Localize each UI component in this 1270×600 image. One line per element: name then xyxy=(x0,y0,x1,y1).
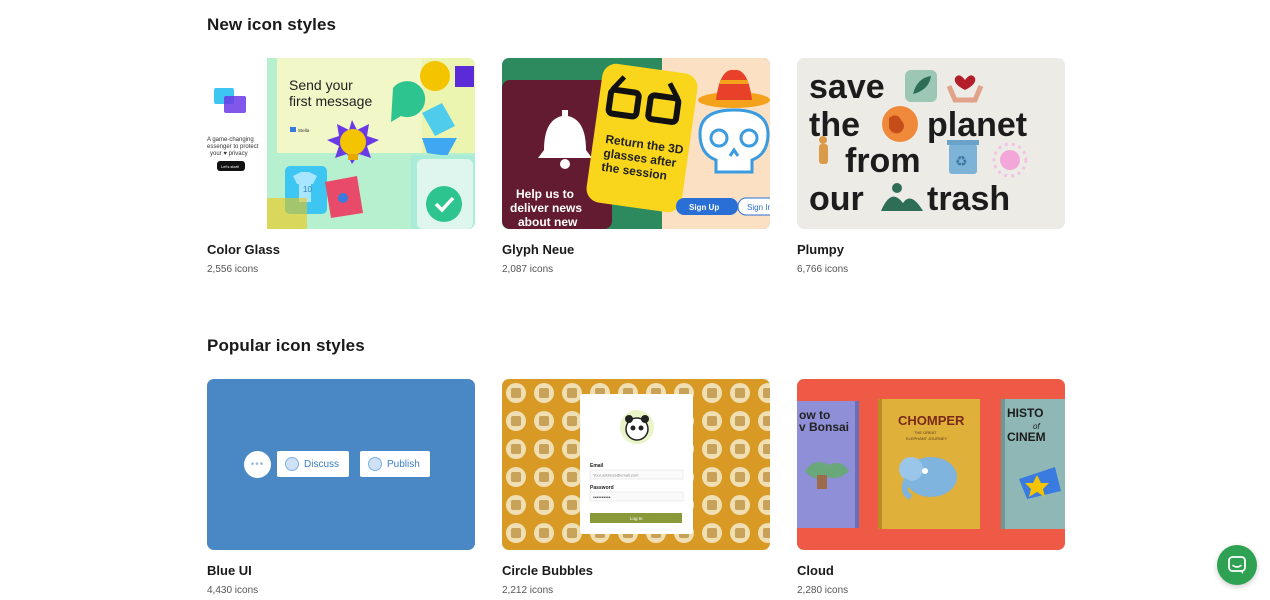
color-glass-body-1: A game-changing xyxy=(207,137,254,143)
color-glass-logo: Stella xyxy=(298,128,310,133)
cloud-book3-line1: HISTO xyxy=(1007,406,1043,420)
cloud-book1-line2: v Bonsai xyxy=(799,420,849,434)
icon-count: 2,212 icons xyxy=(502,585,554,596)
chat-bubble-icon xyxy=(1228,556,1246,574)
card-title[interactable]: Cloud xyxy=(797,563,1065,578)
glyph-bell-text-1: Help us to xyxy=(516,187,574,201)
discuss-label: Discuss xyxy=(304,458,340,470)
icon-count: 4,430 icons xyxy=(207,585,259,596)
glyph-neue-illustration: Help us to deliver news about new Return… xyxy=(502,58,770,229)
card-title[interactable]: Glyph Neue xyxy=(502,242,770,257)
card-title[interactable]: Plumpy xyxy=(797,242,1065,257)
glyph-neue-preview[interactable]: Help us to deliver news about new Return… xyxy=(502,58,770,229)
section-title-new: New icon styles xyxy=(207,15,337,34)
plumpy-word-3: planet xyxy=(927,106,1027,144)
cloud-book2-title: CHOMPER xyxy=(898,413,965,428)
icon-count: 2,280 icons xyxy=(797,585,849,596)
glyph-bell-text-2: deliver news xyxy=(510,201,582,215)
blue-ui-preview[interactable]: ••• Discuss Publish xyxy=(207,379,475,550)
plumpy-word-2: the xyxy=(809,106,860,144)
card-title[interactable]: Circle Bubbles xyxy=(502,563,770,578)
style-card-color-glass[interactable]: A game-changing essenger to protect your… xyxy=(207,58,475,276)
cloud-book3-line3: CINEM xyxy=(1007,430,1046,444)
plumpy-word-6: trash xyxy=(927,180,1010,218)
cloud-book2-sub1: THE GREAT xyxy=(914,430,937,435)
color-glass-body-3: your ♥ privacy xyxy=(210,151,248,157)
style-card-plumpy[interactable]: save the planet from our trash ♻ Plumpy xyxy=(797,58,1065,276)
color-glass-shirt-number: 10 xyxy=(303,185,312,194)
cloud-preview[interactable]: ow to v Bonsai CHOMPER THE GREAT ELEPHAN… xyxy=(797,379,1065,550)
chat-dots-icon xyxy=(285,457,299,471)
cb-email-label: Email xyxy=(590,463,604,469)
more-dots-icon: ••• xyxy=(244,451,271,478)
glyph-art-signup: Sign Up xyxy=(689,203,719,212)
color-glass-preview[interactable]: A game-changing essenger to protect your… xyxy=(207,58,475,229)
color-glass-headline-1: Send your xyxy=(289,77,353,93)
cb-email-value: Your.address@email.com xyxy=(593,473,639,478)
style-card-circle-bubbles[interactable]: Email Your.address@email.com Password ••… xyxy=(502,379,770,597)
plumpy-illustration: save the planet from our trash ♻ xyxy=(797,58,1065,229)
circle-bubbles-illustration: Email Your.address@email.com Password ••… xyxy=(502,379,770,550)
glyph-art-signin: Sign In xyxy=(747,203,770,212)
publish-sample-button: Publish xyxy=(360,451,430,477)
color-glass-illustration: A game-changing essenger to protect your… xyxy=(207,58,475,229)
plumpy-word-5: our xyxy=(809,180,864,218)
color-glass-headline-2: first message xyxy=(289,93,372,109)
section-title-popular: Popular icon styles xyxy=(207,336,365,355)
plumpy-word-1: save xyxy=(809,68,885,106)
icon-count: 6,766 icons xyxy=(797,264,849,275)
color-glass-art-button: Let's start! xyxy=(221,164,239,169)
color-glass-body-2: essenger to protect xyxy=(207,144,259,150)
card-title[interactable]: Blue UI xyxy=(207,563,475,578)
chat-button[interactable] xyxy=(1217,545,1257,585)
check-circle-icon xyxy=(368,457,382,471)
style-card-glyph-neue[interactable]: Help us to deliver news about new Return… xyxy=(502,58,770,276)
cb-password-label: Password xyxy=(590,485,614,491)
cloud-illustration: ow to v Bonsai CHOMPER THE GREAT ELEPHAN… xyxy=(797,379,1065,550)
icon-count: 2,556 icons xyxy=(207,264,259,275)
cloud-book2-sub2: ELEPHANT JOURNEY xyxy=(906,436,948,441)
icon-count: 2,087 icons xyxy=(502,264,554,275)
cb-login-label: Log In xyxy=(630,516,643,521)
glyph-bell-text-3: about new xyxy=(518,215,578,229)
plumpy-word-4: from xyxy=(845,142,921,180)
circle-bubbles-preview[interactable]: Email Your.address@email.com Password ••… xyxy=(502,379,770,550)
plumpy-preview[interactable]: save the planet from our trash ♻ xyxy=(797,58,1065,229)
recycle-icon: ♻ xyxy=(955,153,968,169)
card-title[interactable]: Color Glass xyxy=(207,242,475,257)
cb-password-value: •••••••••• xyxy=(593,495,611,501)
publish-label: Publish xyxy=(387,458,420,470)
style-card-cloud[interactable]: ow to v Bonsai CHOMPER THE GREAT ELEPHAN… xyxy=(797,379,1065,597)
discuss-sample-button: Discuss xyxy=(277,451,350,477)
style-card-blue-ui[interactable]: ••• Discuss Publish Blue UI 4,430 icons xyxy=(207,379,475,597)
